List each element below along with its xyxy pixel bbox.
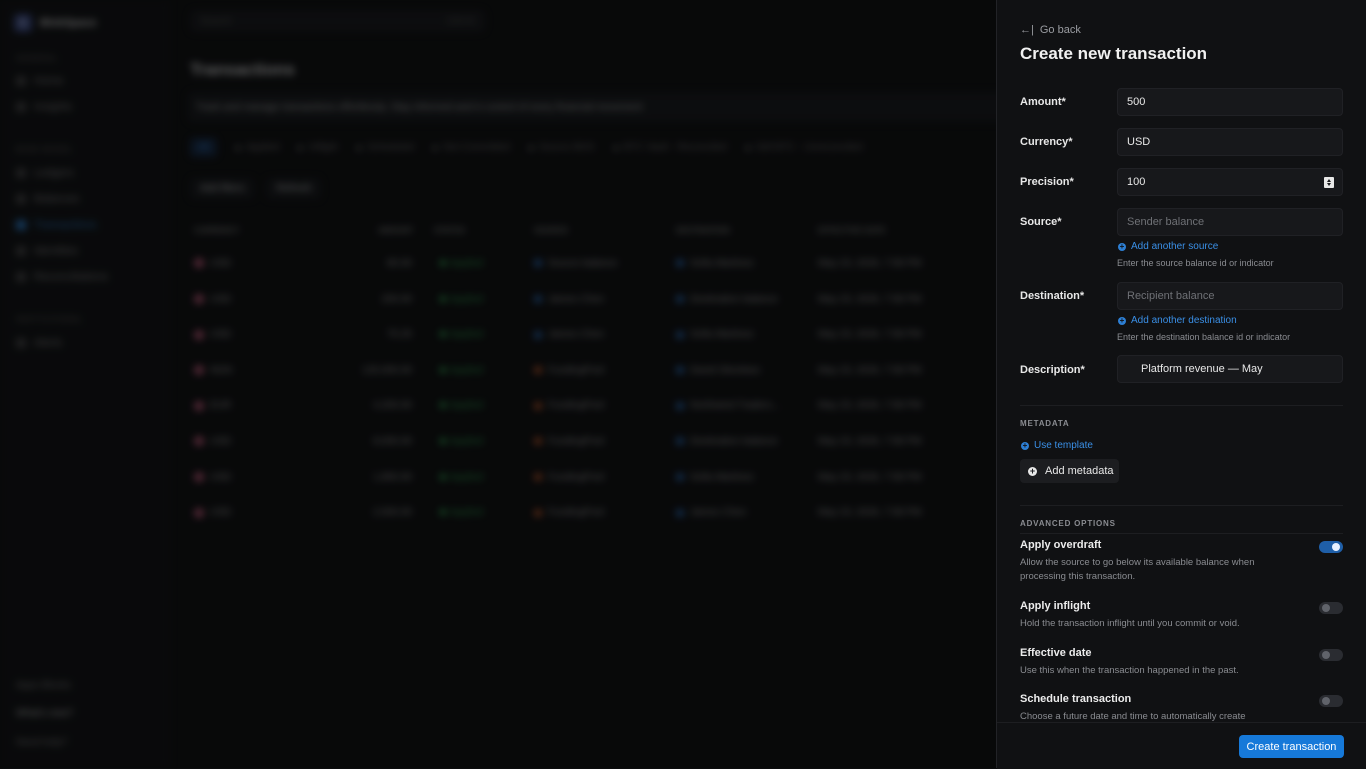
apply-overdraft-description: Allow the source to go below its availab… (1020, 557, 1255, 582)
apply-overdraft-toggle[interactable] (1319, 541, 1343, 553)
plus-circle-icon: + (1028, 465, 1037, 476)
plus-circle-icon: + (1118, 315, 1126, 325)
create-transaction-button[interactable]: Create transaction (1239, 735, 1344, 758)
source-hint: Enter the source balance id or indicator (1117, 258, 1274, 268)
source-label: Source* (1020, 216, 1062, 228)
back-arrow-icon: ←| (1020, 24, 1034, 36)
currency-value: USD (1127, 136, 1151, 148)
plus-circle-icon: + (1118, 241, 1126, 251)
modal-overlay[interactable] (0, 0, 996, 768)
destination-hint: Enter the destination balance id or indi… (1117, 332, 1291, 342)
use-template-label: Use template (1034, 440, 1093, 451)
use-template-link[interactable]: + Use template (1021, 440, 1093, 451)
amount-field[interactable]: 500 (1117, 88, 1343, 116)
destination-input[interactable]: Recipient balance (1117, 282, 1343, 310)
amount-label: Amount* (1020, 96, 1066, 108)
add-metadata-button[interactable]: + Add metadata (1020, 459, 1119, 483)
divider (1020, 405, 1343, 406)
effective-date-description: Use this when the transaction happened i… (1020, 665, 1239, 676)
number-stepper-icon[interactable] (1324, 177, 1334, 188)
currency-field[interactable]: USD (1117, 128, 1343, 156)
apply-inflight-description: Hold the transaction inflight until you … (1020, 618, 1240, 629)
precision-value: 100 (1127, 176, 1146, 188)
go-back-label: Go back (1039, 24, 1081, 36)
go-back-link[interactable]: ←| Go back (1020, 24, 1081, 36)
effective-date-toggle[interactable] (1319, 649, 1343, 661)
precision-label: Precision* (1020, 176, 1074, 188)
add-destination-label: Add another destination (1131, 315, 1237, 326)
toggle-knob (1322, 697, 1330, 705)
create-transaction-drawer: ←| Go back Create new transaction Amount… (996, 0, 1366, 769)
add-source-label: Add another source (1131, 241, 1219, 252)
currency-label: Currency* (1020, 136, 1073, 148)
effective-date-label: Effective date (1020, 647, 1092, 659)
divider (1020, 505, 1343, 506)
destination-placeholder: Recipient balance (1127, 290, 1215, 302)
drawer-footer: Create transaction (997, 722, 1366, 769)
metadata-heading: METADATA (1020, 419, 1070, 428)
plus-circle-icon: + (1021, 440, 1029, 450)
source-input[interactable]: Sender balance (1117, 208, 1343, 236)
precision-field[interactable]: 100 (1117, 168, 1343, 196)
drawer-body[interactable]: ←| Go back Create new transaction Amount… (997, 0, 1366, 722)
toggle-knob (1332, 543, 1340, 551)
add-metadata-label: Add metadata (1045, 465, 1114, 477)
apply-inflight-label: Apply inflight (1020, 600, 1091, 612)
toggle-knob (1322, 651, 1330, 659)
source-placeholder: Sender balance (1127, 216, 1205, 228)
description-input[interactable]: Platform revenue — May (1117, 355, 1343, 383)
destination-label: Destination* (1020, 290, 1085, 302)
apply-overdraft-label: Apply overdraft (1020, 539, 1102, 551)
apply-inflight-toggle[interactable] (1319, 602, 1343, 614)
description-value: Platform revenue — May (1141, 363, 1263, 375)
divider (1020, 533, 1343, 534)
drawer-title: Create new transaction (1020, 44, 1208, 63)
schedule-transaction-toggle[interactable] (1319, 695, 1343, 707)
description-label: Description* (1020, 364, 1085, 376)
add-another-destination-link[interactable]: + Add another destination (1118, 315, 1237, 326)
schedule-transaction-description: Choose a future date and time to automat… (1020, 711, 1246, 722)
advanced-options-heading: ADVANCED OPTIONS (1020, 519, 1116, 528)
amount-value: 500 (1127, 96, 1146, 108)
toggle-knob (1322, 604, 1330, 612)
add-another-source-link[interactable]: + Add another source (1118, 241, 1218, 252)
schedule-transaction-label: Schedule transaction (1020, 693, 1132, 705)
